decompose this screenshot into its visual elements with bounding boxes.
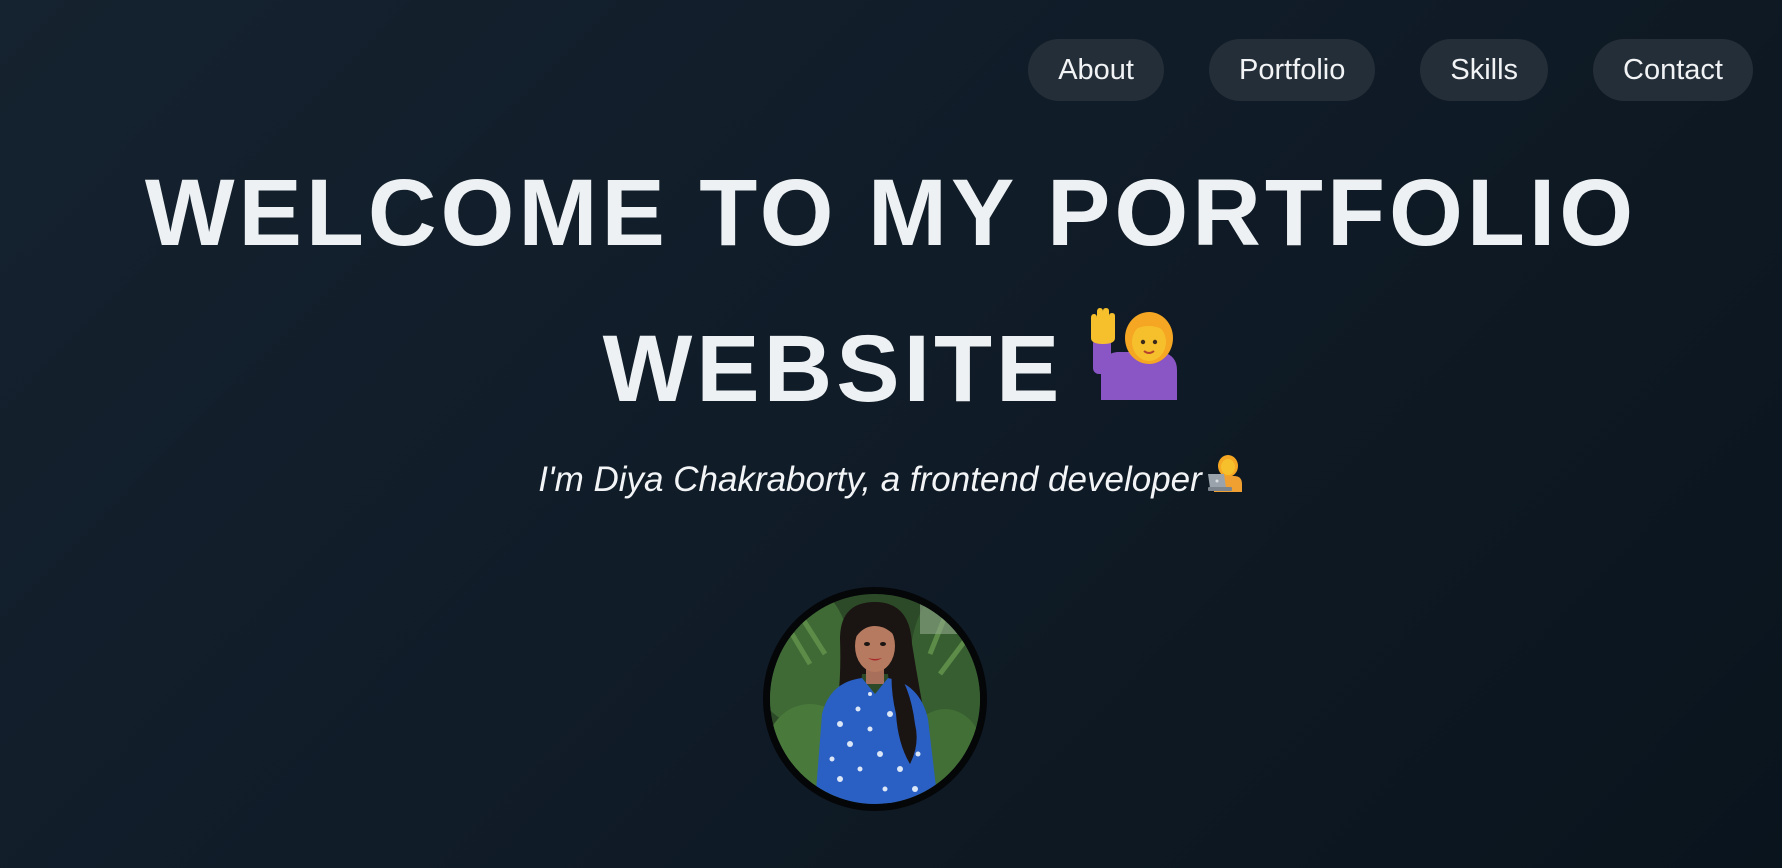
hero-title-line2: WEBSITE [602,316,1064,422]
nav-about-link[interactable]: About [1028,39,1164,101]
woman-technologist-icon [1206,454,1244,501]
profile-photo [770,594,980,804]
top-nav: About Portfolio Skills Contact [1028,39,1753,101]
profile-avatar [763,587,987,811]
nav-contact-link[interactable]: Contact [1593,39,1753,101]
hero-subtitle-text: I'm Diya Chakraborty, a frontend develop… [538,459,1202,499]
nav-skills-link[interactable]: Skills [1420,39,1549,101]
nav-portfolio-link[interactable]: Portfolio [1208,39,1376,101]
hero-subtitle: I'm Diya Chakraborty, a frontend develop… [0,455,1782,505]
woman-raising-hand-icon [1087,290,1179,446]
hero-title-line1: WELCOME TO MY PORTFOLIO [144,160,1638,266]
hero-title: WELCOME TO MY PORTFOLIO WEBSITE [0,135,1782,454]
